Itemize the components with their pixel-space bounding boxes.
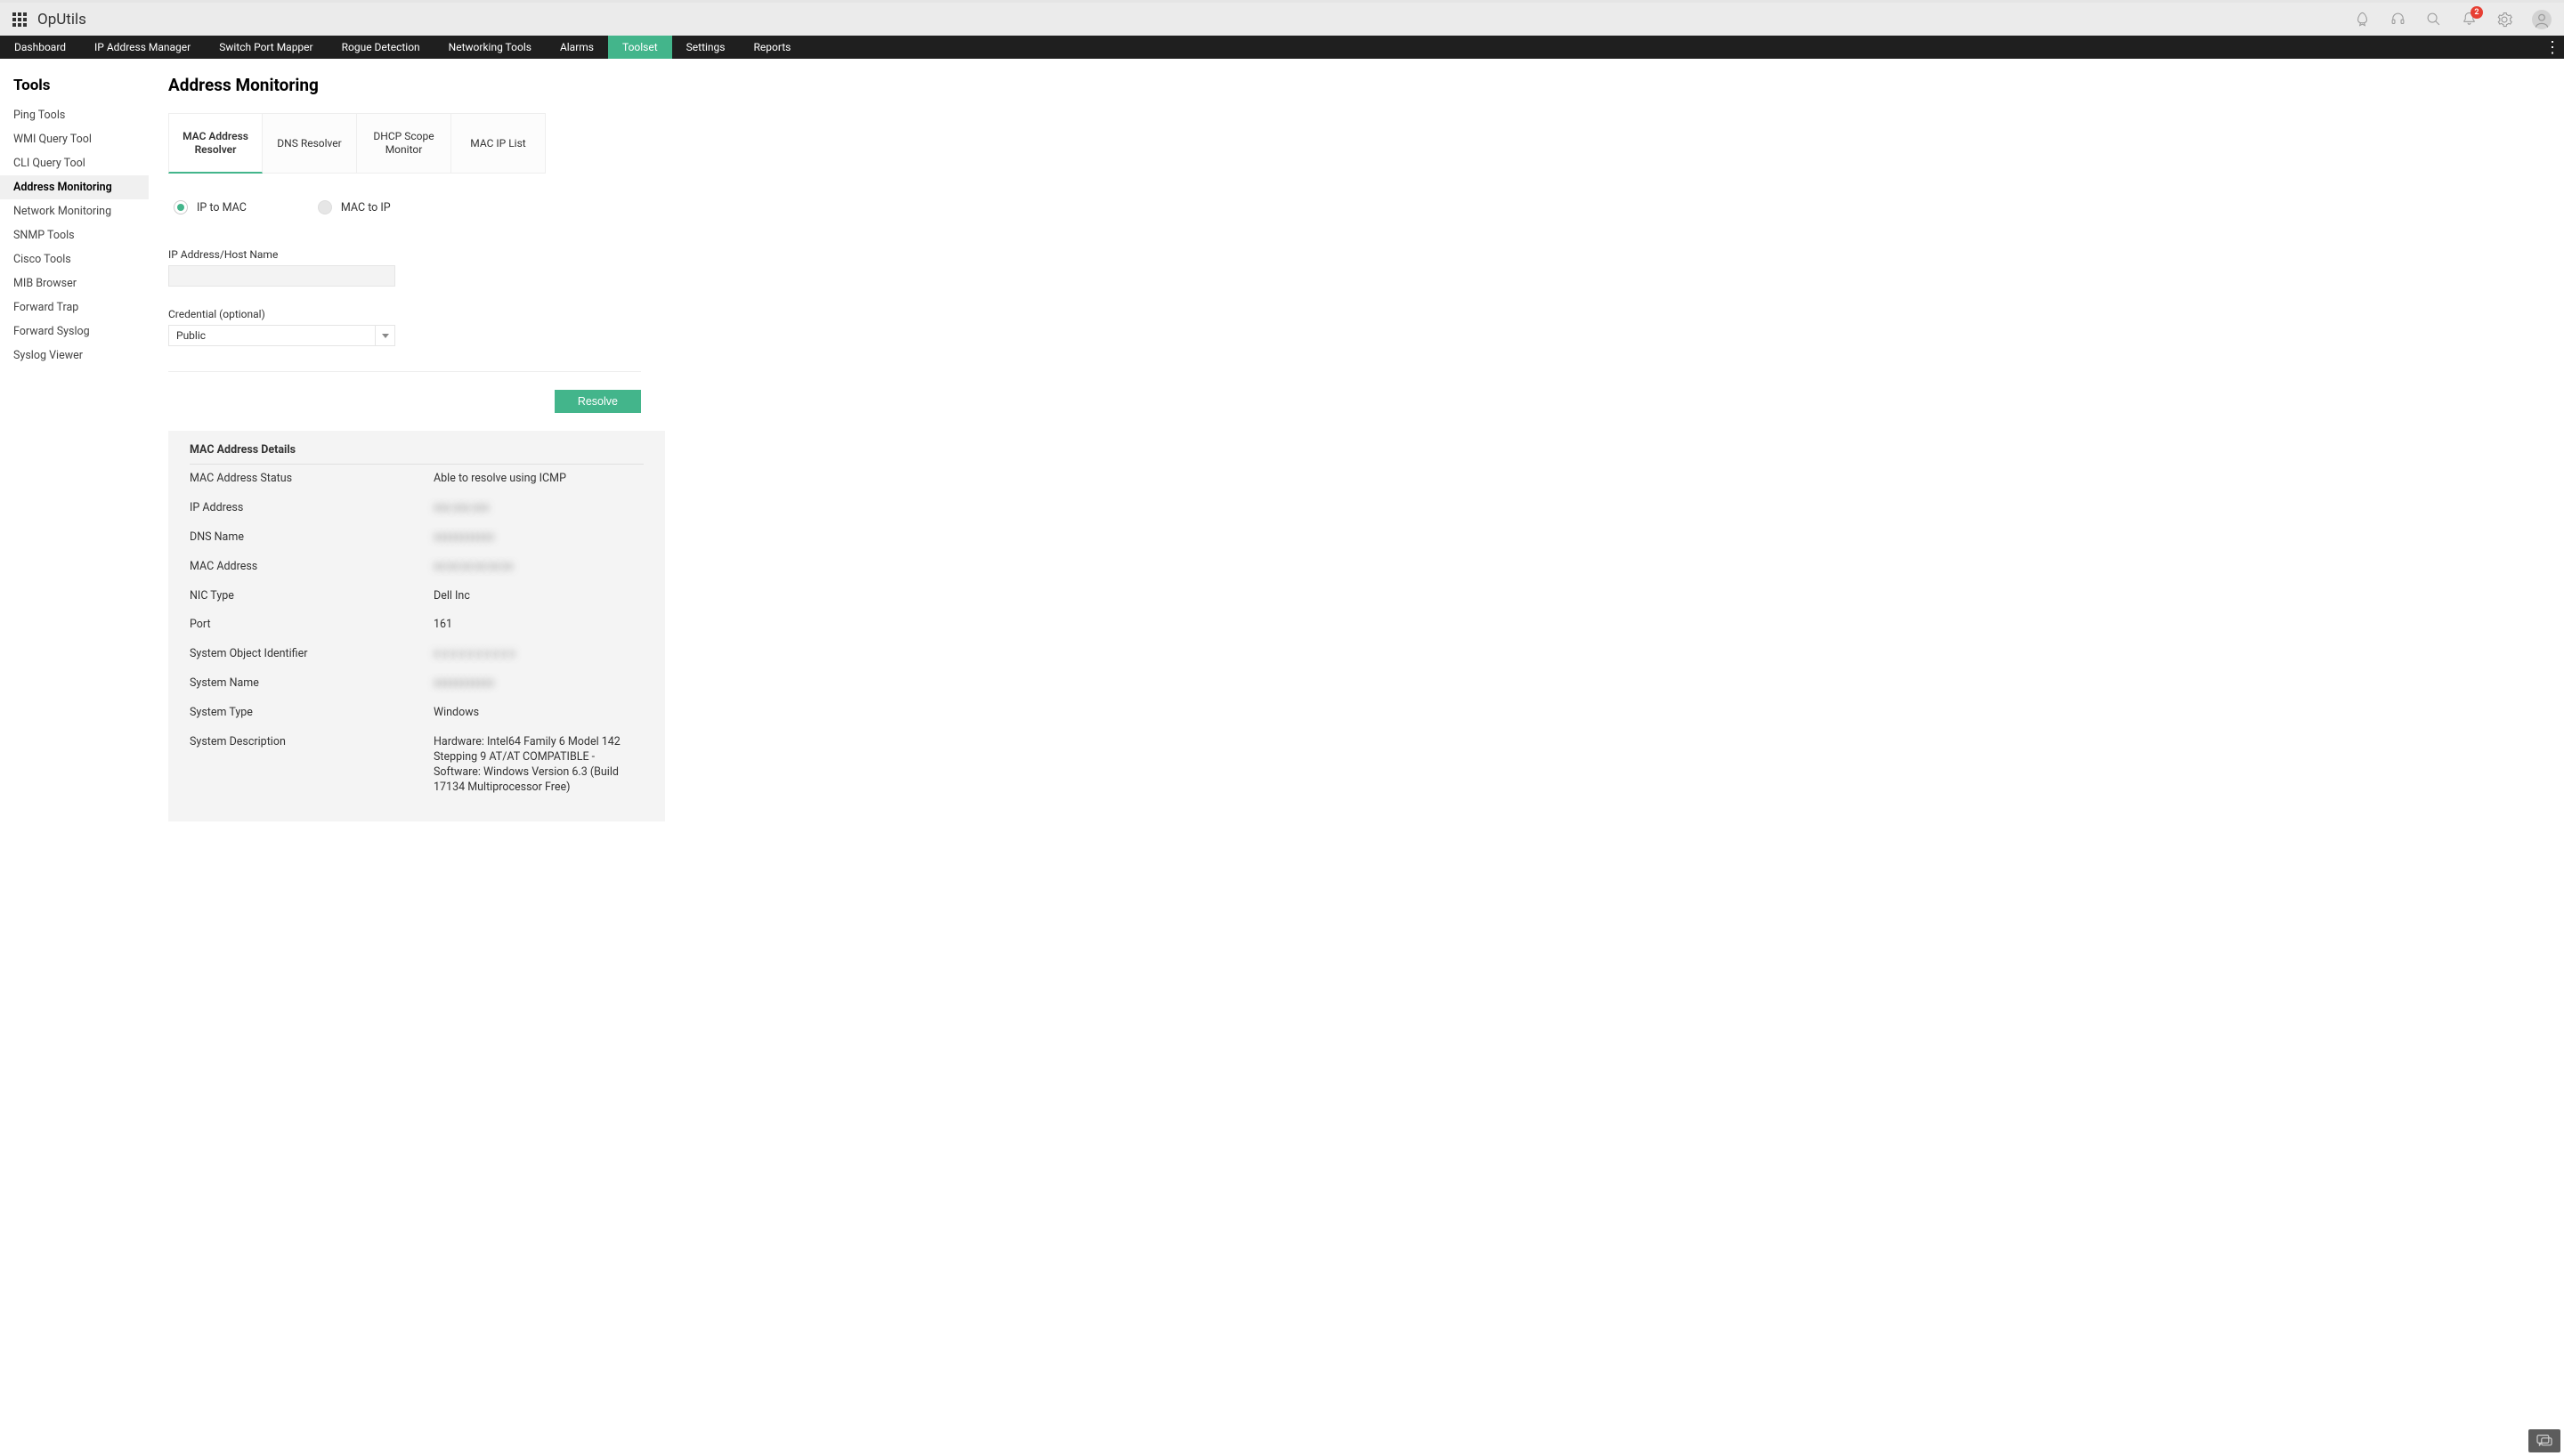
sidebar-title: Tools — [0, 71, 149, 103]
headset-icon[interactable] — [2390, 12, 2406, 28]
sidebar-item-network-monitoring[interactable]: Network Monitoring — [0, 199, 149, 223]
detail-key: DNS Name — [190, 530, 434, 544]
detail-row: System DescriptionHardware: Intel64 Fami… — [190, 728, 644, 803]
detail-value: xxxxxxxxxxx — [434, 530, 644, 546]
sidebar-item-forward-syslog[interactable]: Forward Syslog — [0, 320, 149, 344]
tab-mac-address-resolver[interactable]: MAC Address Resolver — [168, 113, 263, 174]
detail-row: System Object Identifierx.x.x.x.x.x.x.x.… — [190, 640, 644, 669]
detail-key: System Name — [190, 676, 434, 690]
detail-key: MAC Address — [190, 560, 434, 573]
detail-value: Dell Inc — [434, 589, 644, 604]
radio-mac-to-ip[interactable]: MAC to IP — [318, 200, 391, 214]
product-name: OpUtils — [37, 11, 86, 28]
sidebar-item-cisco-tools[interactable]: Cisco Tools — [0, 247, 149, 271]
sidebar-item-snmp-tools[interactable]: SNMP Tools — [0, 223, 149, 247]
detail-key: IP Address — [190, 501, 434, 514]
detail-row: IP Addressxxx.xxx.xxx — [190, 494, 644, 523]
detail-row: NIC TypeDell Inc — [190, 582, 644, 611]
detail-value: xxx.xxx.xxx — [434, 501, 644, 516]
detail-key: System Object Identifier — [190, 647, 434, 660]
sidebar-item-cli-query-tool[interactable]: CLI Query Tool — [0, 151, 149, 175]
nav-item-toolset[interactable]: Toolset — [608, 36, 672, 59]
notification-badge: 2 — [2471, 6, 2483, 19]
detail-key: NIC Type — [190, 589, 434, 603]
sidebar-item-ping-tools[interactable]: Ping Tools — [0, 103, 149, 127]
detail-value: 161 — [434, 618, 644, 633]
detail-row: MAC Address StatusAble to resolve using … — [190, 465, 644, 494]
dropdown-toggle-icon[interactable] — [375, 326, 394, 345]
detail-key: Port — [190, 618, 434, 631]
sidebar-item-wmi-query-tool[interactable]: WMI Query Tool — [0, 127, 149, 151]
detail-value: Hardware: Intel64 Family 6 Model 142 Ste… — [434, 735, 644, 796]
tab-dns-resolver[interactable]: DNS Resolver — [263, 113, 357, 174]
nav-item-switch-port-mapper[interactable]: Switch Port Mapper — [205, 36, 327, 59]
page-title: Address Monitoring — [168, 75, 2542, 95]
ip-address-input[interactable] — [168, 265, 395, 287]
notifications-icon[interactable]: 2 — [2461, 12, 2477, 28]
sidebar-item-forward-trap[interactable]: Forward Trap — [0, 295, 149, 320]
radio-ip-to-mac[interactable]: IP to MAC — [174, 200, 247, 214]
sidebar-item-mib-browser[interactable]: MIB Browser — [0, 271, 149, 295]
detail-key: System Description — [190, 735, 434, 748]
sidebar-item-address-monitoring[interactable]: Address Monitoring — [0, 175, 149, 199]
settings-icon[interactable] — [2496, 12, 2512, 28]
main-nav: DashboardIP Address ManagerSwitch Port M… — [0, 36, 2564, 59]
details-panel-title: MAC Address Details — [190, 443, 644, 465]
chat-fab-icon[interactable] — [2528, 1429, 2560, 1452]
user-avatar[interactable] — [2532, 10, 2552, 29]
sidebar: Tools Ping ToolsWMI Query ToolCLI Query … — [0, 59, 149, 1456]
nav-item-dashboard[interactable]: Dashboard — [0, 36, 80, 59]
nav-item-rogue-detection[interactable]: Rogue Detection — [328, 36, 434, 59]
detail-value: x.x.x.x.x.x.x.x.x.x — [434, 647, 644, 662]
nav-item-ip-address-manager[interactable]: IP Address Manager — [80, 36, 205, 59]
nav-item-reports[interactable]: Reports — [740, 36, 806, 59]
content-area: Address Monitoring MAC Address ResolverD… — [149, 59, 2564, 1456]
detail-value: xx:xx:xx:xx:xx:xx — [434, 560, 644, 575]
detail-value: xxxxxxxxxxx — [434, 676, 644, 692]
detail-key: System Type — [190, 706, 434, 719]
tabs-bar: MAC Address ResolverDNS ResolverDHCP Sco… — [168, 113, 2542, 174]
tab-dhcp-scope-monitor[interactable]: DHCP Scope Monitor — [357, 113, 451, 174]
form-divider — [168, 371, 641, 372]
credential-select[interactable]: Public — [168, 325, 395, 346]
credential-field-label: Credential (optional) — [168, 308, 2542, 320]
apps-grid-icon[interactable] — [12, 12, 27, 27]
tab-mac-ip-list[interactable]: MAC IP List — [451, 113, 546, 174]
detail-value: Windows — [434, 706, 644, 721]
detail-key: MAC Address Status — [190, 472, 434, 485]
detail-row: System Namexxxxxxxxxxx — [190, 669, 644, 699]
nav-item-networking-tools[interactable]: Networking Tools — [434, 36, 546, 59]
radio-label: IP to MAC — [197, 201, 247, 214]
ip-field-label: IP Address/Host Name — [168, 248, 2542, 261]
sidebar-item-syslog-viewer[interactable]: Syslog Viewer — [0, 344, 149, 368]
resolve-button[interactable]: Resolve — [555, 390, 641, 413]
search-icon[interactable] — [2425, 12, 2441, 28]
nav-item-settings[interactable]: Settings — [672, 36, 740, 59]
topbar: OpUtils 2 — [0, 0, 2564, 36]
detail-row: System TypeWindows — [190, 699, 644, 728]
detail-row: DNS Namexxxxxxxxxxx — [190, 523, 644, 553]
nav-item-alarms[interactable]: Alarms — [546, 36, 608, 59]
mac-details-panel: MAC Address Details MAC Address StatusAb… — [168, 431, 665, 821]
radio-label: MAC to IP — [341, 201, 391, 214]
quickstart-icon[interactable] — [2354, 12, 2370, 28]
detail-row: Port161 — [190, 611, 644, 640]
nav-overflow-icon[interactable]: ⋮ — [2541, 36, 2564, 59]
detail-row: MAC Addressxx:xx:xx:xx:xx:xx — [190, 553, 644, 582]
credential-value: Public — [169, 329, 375, 342]
detail-value: Able to resolve using ICMP — [434, 472, 644, 487]
